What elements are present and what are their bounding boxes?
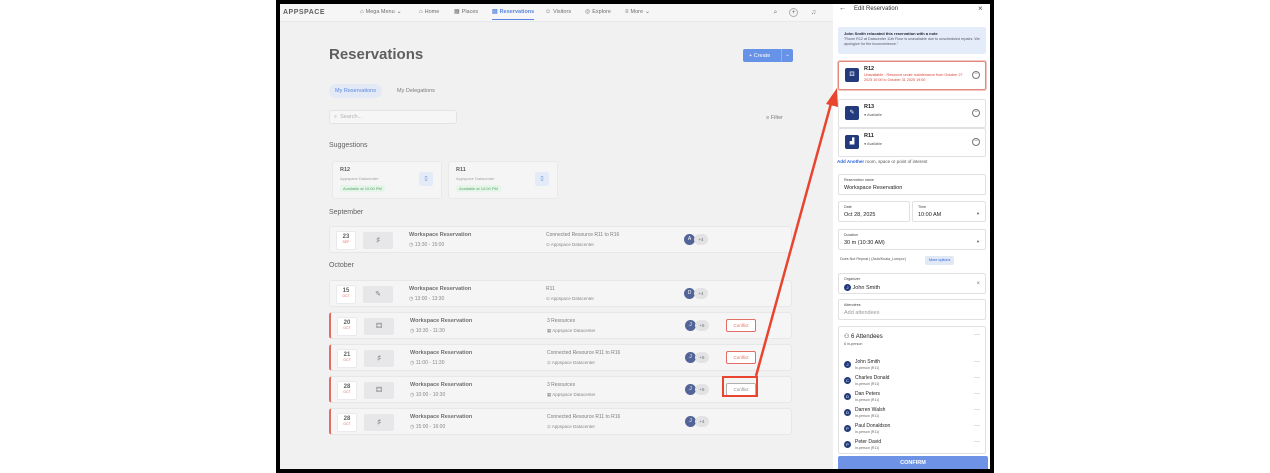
time-field[interactable]: Time 10:00 AM ▼	[912, 201, 986, 222]
avatar: J	[844, 284, 851, 291]
remove-icon[interactable]: −	[972, 138, 980, 146]
attendee-item: D Dan Peters In-person (R11) ···	[844, 391, 980, 406]
meeting-room-icon: ⚃	[845, 68, 859, 82]
avatar: P	[844, 441, 851, 448]
chevron-down-icon: ▼	[976, 211, 980, 216]
more-icon[interactable]: ···	[974, 407, 980, 413]
more-options-button[interactable]: More options	[925, 256, 955, 265]
date-field[interactable]: Date Oct 28, 2025	[838, 201, 910, 222]
attendee-item: J John Smith In-person (R11) ···	[844, 359, 980, 374]
avatar: D	[844, 393, 851, 400]
add-another-link[interactable]: Add Another room, space or point of inte…	[837, 159, 927, 164]
more-icon[interactable]: ···	[974, 391, 980, 397]
avatar: C	[844, 377, 851, 384]
avatar: J	[844, 361, 851, 368]
reservation-name-field[interactable]: Reservation name Workspace Reservation	[838, 174, 986, 195]
clear-icon[interactable]: ×	[976, 281, 980, 287]
relocation-note: John Smith relocated this reservation wi…	[838, 27, 986, 54]
more-icon[interactable]: ···	[974, 439, 980, 445]
resource-card-r11[interactable]: ▟ R11 ● Available −	[838, 128, 986, 157]
annotation-highlight-box	[722, 376, 758, 397]
attendee-item: D Darren Walsh In-person (R11) ···	[844, 407, 980, 422]
modal-backdrop[interactable]	[280, 4, 833, 469]
more-icon[interactable]: ···	[974, 423, 980, 429]
people-icon: ⚇	[844, 334, 852, 340]
remove-icon[interactable]: −	[972, 71, 980, 79]
resource-card-r13[interactable]: ✎ R13 ● Available −	[838, 99, 986, 128]
duration-field[interactable]: Duration 30 m (10:30 AM) ▼	[838, 229, 986, 250]
more-icon[interactable]: ···	[974, 332, 980, 338]
edit-reservation-panel: ← Edit Reservation × John Smith relocate…	[833, 4, 990, 469]
avatar: D	[844, 409, 851, 416]
repeat-info: Does Not Repeat | (Asia/Kuala_Lumpur)	[840, 257, 906, 261]
attendee-item: P Peter David In-person (R11) ···	[844, 439, 980, 454]
more-icon[interactable]: ···	[974, 359, 980, 365]
more-icon[interactable]: ···	[974, 375, 980, 381]
remove-icon[interactable]: −	[972, 109, 980, 117]
close-icon[interactable]: ×	[978, 4, 983, 13]
confirm-button[interactable]: CONFIRM	[838, 456, 988, 469]
panel-header: ← Edit Reservation ×	[833, 4, 990, 18]
panel-title: Edit Reservation	[854, 6, 899, 12]
chevron-down-icon: ▼	[976, 239, 980, 244]
attendees-field[interactable]: Attendees Add attendees	[838, 299, 986, 320]
organizer-field[interactable]: Organizer J John Smith ×	[838, 273, 986, 294]
attendees-list: ⚇ 6 Attendees 6 in-person ··· J John Smi…	[838, 326, 986, 454]
attendee-item: P Paul Donaldson In-person (R11) ···	[844, 423, 980, 438]
resource-card-r12[interactable]: ⚃ R12 Unavailable - Resource under maint…	[838, 61, 986, 90]
building-icon: ▟	[845, 135, 859, 149]
avatar: P	[844, 425, 851, 432]
back-arrow-icon[interactable]: ←	[839, 5, 846, 12]
pencil-icon: ✎	[845, 106, 859, 120]
attendee-item: C Charles Donald In-person (R11) ···	[844, 375, 980, 390]
